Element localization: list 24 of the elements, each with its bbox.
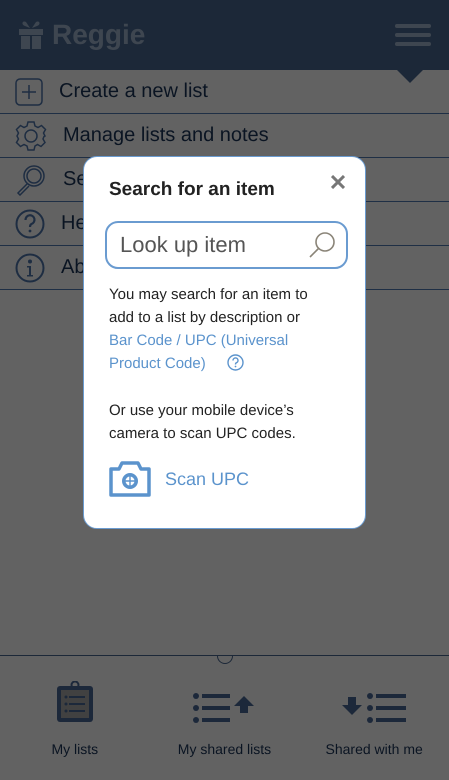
nav-tab[interactable]: Shared with me bbox=[304, 681, 444, 757]
nav-tab[interactable]: My lists bbox=[4, 681, 145, 757]
scan-upc-link[interactable]: Scan UPC bbox=[109, 461, 345, 497]
search-icon bbox=[308, 231, 336, 259]
close-icon[interactable] bbox=[331, 175, 345, 189]
list-up-arrow-icon bbox=[193, 693, 256, 723]
info-icon bbox=[15, 252, 45, 282]
camera-icon bbox=[109, 461, 151, 497]
menu-item[interactable]: Create a new list bbox=[0, 70, 449, 114]
search-field[interactable]: Look up item bbox=[105, 221, 348, 269]
camera-text: Or use your mobile device’s camera to scan UPC codes. bbox=[109, 401, 297, 444]
search-icon bbox=[15, 164, 47, 196]
gift-icon bbox=[18, 20, 44, 50]
help-icon[interactable] bbox=[227, 354, 244, 371]
description-text: You may search for an item to add to a list by description or bbox=[109, 285, 309, 328]
clipboard-icon bbox=[56, 681, 94, 723]
question-icon bbox=[15, 208, 45, 238]
plus-icon bbox=[15, 78, 43, 106]
nav-tab[interactable]: My shared lists bbox=[154, 681, 294, 757]
list-down-arrow-icon bbox=[342, 693, 406, 723]
menu-icon[interactable] bbox=[395, 24, 431, 46]
dialog-title: Search for an item bbox=[109, 179, 275, 201]
upc-link[interactable]: Bar Code / UPC (Universal Product Code) bbox=[109, 329, 291, 375]
gear-icon bbox=[15, 120, 47, 152]
